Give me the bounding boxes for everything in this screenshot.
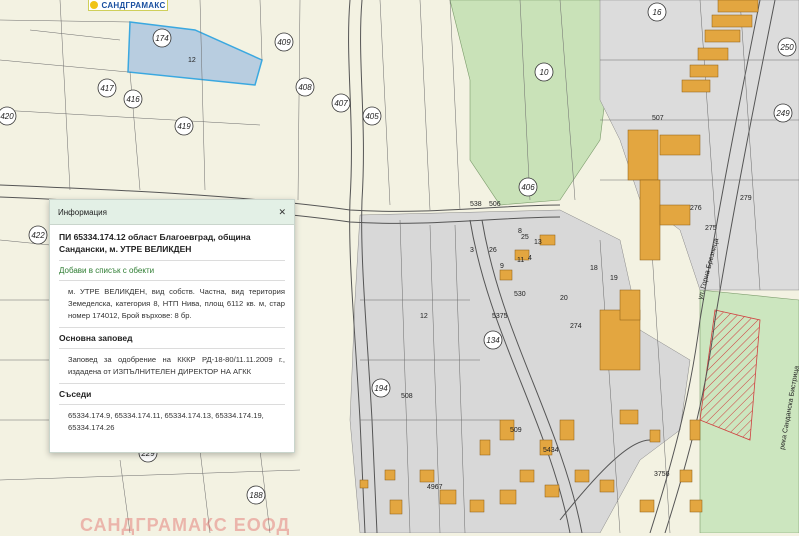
popup-title: Информация — [58, 207, 107, 217]
parcel-number-label: 20 — [560, 295, 568, 302]
parcel-number-label: 4 — [528, 255, 532, 262]
parcel-heading: ПИ 65334.174.12 област Благоевград, общи… — [59, 232, 251, 254]
parcel-circle-marker[interactable]: 405 — [362, 106, 382, 126]
parcel-number-label: 25 — [521, 234, 529, 241]
parcel-circle-marker[interactable]: 250 — [777, 37, 797, 57]
order-text: Заповед за одобрение на КККР РД-18-80/11… — [68, 355, 285, 376]
neighbors-list: 65334.174.9, 65334.174.11, 65334.174.13,… — [68, 411, 264, 432]
close-icon[interactable]: ✕ — [278, 207, 286, 218]
parcel-number-label: 279 — [740, 195, 752, 202]
parcel-circle-label: 194 — [374, 384, 388, 393]
popup-body: ПИ 65334.174.12 област Благоевград, общи… — [50, 225, 294, 439]
parcel-circle-marker[interactable]: 409 — [274, 32, 294, 52]
parcel-circle-marker[interactable]: 408 — [295, 77, 315, 97]
parcel-circle-label: 16 — [653, 8, 662, 17]
parcel-number-label: 276 — [690, 205, 702, 212]
sandgramaks-logo: САНДГРАМАКС — [88, 0, 168, 11]
neighbors-title: Съседи — [59, 389, 92, 399]
parcel-circle-label: 419 — [177, 122, 191, 131]
info-popup: Информация ✕ ПИ 65334.174.12 област Благ… — [49, 199, 295, 453]
parcel-number-label: 9 — [500, 263, 504, 270]
parcel-number-label: 5375 — [492, 313, 508, 320]
parcel-number-label: 13 — [534, 239, 542, 246]
divider — [59, 280, 285, 281]
parcel-circle-marker[interactable]: 249 — [773, 103, 793, 123]
parcel-circle-label: 10 — [540, 68, 549, 77]
parcel-circle-label: 416 — [126, 95, 140, 104]
parcel-circle-label: 134 — [486, 336, 500, 345]
parcel-number-label: 538 — [470, 201, 482, 208]
parcel-circle-label: 406 — [521, 183, 535, 192]
parcel-circle-marker[interactable]: 406 — [518, 177, 538, 197]
parcel-circle-marker[interactable]: 134 — [483, 330, 503, 350]
parcel-number-label: 3756 — [654, 471, 670, 478]
parcel-number-label: 11 — [517, 257, 524, 264]
divider — [59, 383, 285, 384]
parcel-circle-marker[interactable]: 10 — [534, 62, 554, 82]
parcel-circle-marker[interactable]: 420 — [0, 106, 17, 126]
parcel-circle-marker[interactable]: 422 — [28, 225, 48, 245]
parcel-circle-label: 409 — [277, 38, 291, 47]
parcel-number-label: 4967 — [427, 484, 443, 491]
parcel-circle-label: 407 — [334, 99, 348, 108]
parcel-number-label: 530 — [514, 291, 526, 298]
parcel-number-label: 3 — [470, 247, 474, 254]
parcel-circle-marker[interactable]: 417 — [97, 78, 117, 98]
parcel-number-label: 507 — [652, 115, 664, 122]
parcel-circle-marker[interactable]: 174 — [152, 28, 172, 48]
parcel-circle-label: 188 — [249, 491, 263, 500]
parcel-circle-marker[interactable]: 16 — [647, 2, 667, 22]
parcel-number-label: 506 — [489, 201, 501, 208]
parcel-number-label: 8 — [518, 228, 522, 235]
parcel-number-label: 19 — [610, 275, 618, 282]
parcel-circle-label: 250 — [779, 43, 794, 52]
parcel-circle-marker[interactable]: 416 — [123, 89, 143, 109]
parcel-description: м. УТРЕ ВЕЛИКДЕН, вид собств. Частна, ви… — [68, 287, 285, 320]
logo-mark-icon — [90, 1, 99, 9]
parcel-circle-label: 405 — [365, 112, 379, 121]
logo-text: САНДГРАМАКС — [101, 0, 166, 10]
divider — [59, 348, 285, 349]
parcel-number-label: 509 — [510, 427, 522, 434]
divider — [59, 327, 285, 328]
parcel-number-label: 275 — [705, 225, 717, 232]
parcel-circle-label: 417 — [100, 84, 114, 93]
parcel-circle-label: 422 — [31, 231, 45, 240]
parcel-number-label: 12 — [188, 57, 196, 64]
divider — [59, 404, 285, 405]
parcel-number-label: 508 — [401, 393, 413, 400]
order-title: Основна заповед — [59, 333, 133, 343]
parcel-number-label: 18 — [590, 265, 598, 272]
parcel-circle-marker[interactable]: 407 — [331, 93, 351, 113]
parcel-circle-label: 408 — [298, 83, 312, 92]
parcel-circle-label: 420 — [0, 112, 14, 121]
divider — [59, 260, 285, 261]
parcel-circle-label: 249 — [775, 109, 790, 118]
parcel-circle-label: 174 — [155, 34, 169, 43]
parcel-circle-marker[interactable]: 194 — [371, 378, 391, 398]
parcel-number-label: 26 — [489, 247, 497, 254]
popup-header: Информация ✕ — [50, 200, 294, 225]
parcel-circle-marker[interactable]: 419 — [174, 116, 194, 136]
parcel-number-label: 12 — [420, 313, 428, 320]
parcel-number-label: 5434 — [543, 447, 559, 454]
parcel-number-label: 274 — [570, 323, 582, 330]
add-to-list-link[interactable]: Добави в списък с обекти — [59, 266, 285, 275]
parcel-circle-marker[interactable]: 188 — [246, 485, 266, 505]
